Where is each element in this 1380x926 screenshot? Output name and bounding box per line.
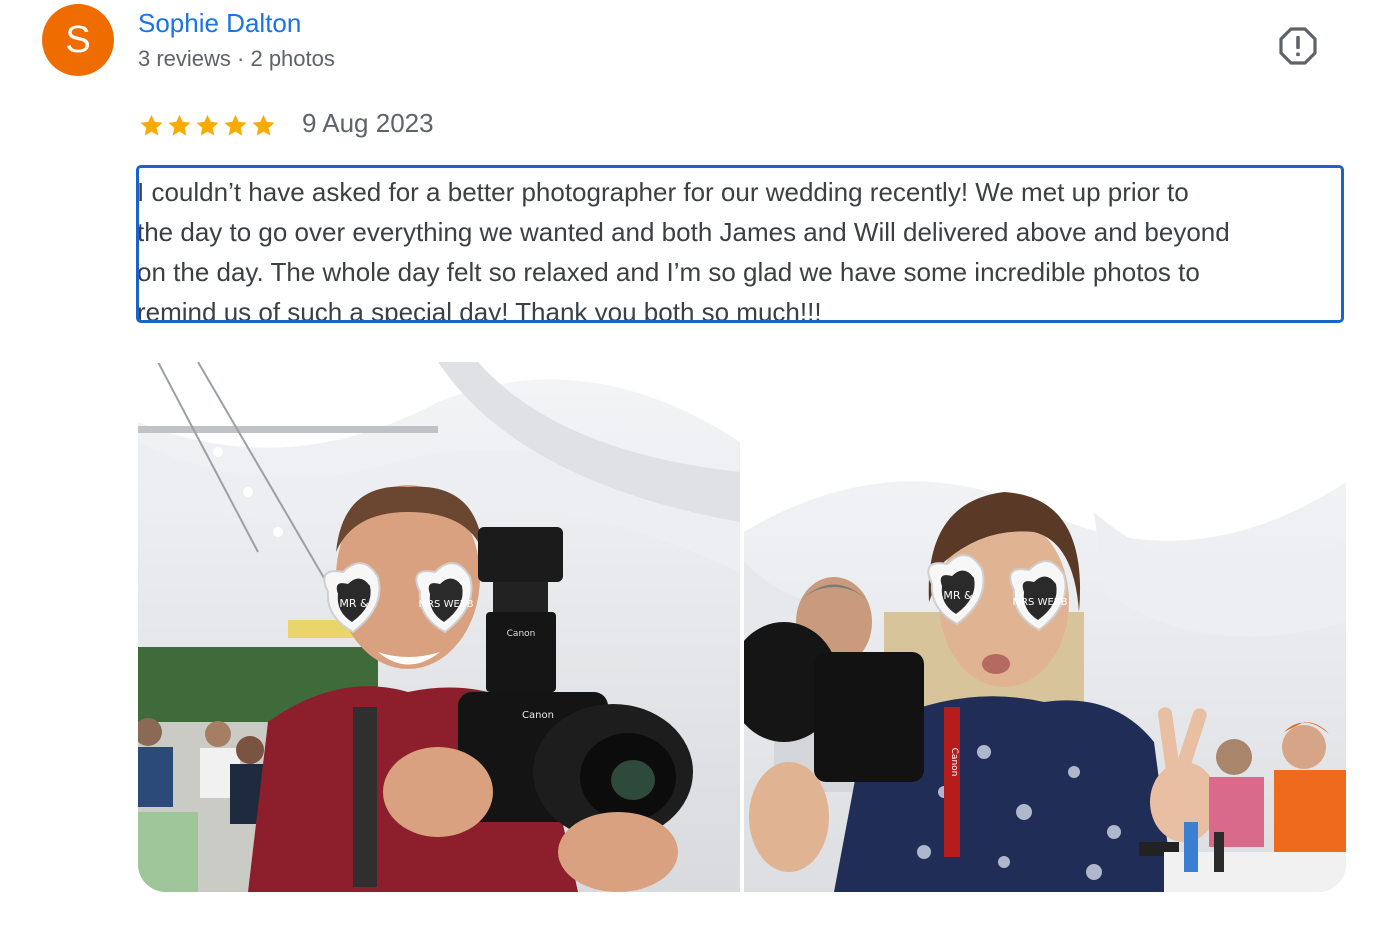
strap-brand-text: Canon bbox=[949, 748, 959, 777]
glasses-right-text: MRS WEBB bbox=[418, 599, 473, 610]
star-icon bbox=[140, 114, 163, 136]
reviewer-avatar[interactable]: S bbox=[42, 4, 114, 76]
glasses-left-text: MR & bbox=[943, 589, 973, 602]
review-line: I couldn’t have asked for a better photo… bbox=[137, 177, 1189, 207]
glasses-left-text: MR & bbox=[339, 597, 369, 610]
glasses-right-text: MRS WEBB bbox=[1012, 597, 1067, 608]
star-icon bbox=[224, 114, 247, 136]
review-line: remind us of such a special day! Thank y… bbox=[137, 297, 822, 323]
review-line: on the day. The whole day felt so relaxe… bbox=[137, 257, 1200, 287]
photo-man-with-camera: MR & MRS WEBB Canon Canon bbox=[138, 362, 740, 892]
review-photo-2[interactable]: Canon MR & MRS WEBB bbox=[744, 362, 1346, 892]
review-date: 9 Aug 2023 bbox=[302, 108, 434, 138]
reviewer-meta: 3 reviews · 2 photos bbox=[138, 46, 335, 71]
photo-young-man-peace-sign: Canon MR & MRS WEBB bbox=[744, 362, 1346, 892]
star-icon bbox=[168, 114, 191, 136]
star-icon bbox=[196, 114, 219, 136]
review-photo-1[interactable]: MR & MRS WEBB Canon Canon bbox=[138, 362, 740, 892]
star-rating bbox=[138, 110, 277, 140]
camera-brand-text: Canon bbox=[522, 710, 554, 721]
review-line: the day to go over everything we wanted … bbox=[137, 217, 1230, 247]
report-flag-icon bbox=[1279, 27, 1317, 65]
reviewer-name-link[interactable]: Sophie Dalton bbox=[138, 8, 301, 39]
review-text[interactable]: I couldn’t have asked for a better photo… bbox=[136, 165, 1344, 323]
star-icon bbox=[252, 114, 275, 136]
flash-brand-text: Canon bbox=[507, 629, 536, 639]
report-review-button[interactable] bbox=[1274, 22, 1322, 70]
